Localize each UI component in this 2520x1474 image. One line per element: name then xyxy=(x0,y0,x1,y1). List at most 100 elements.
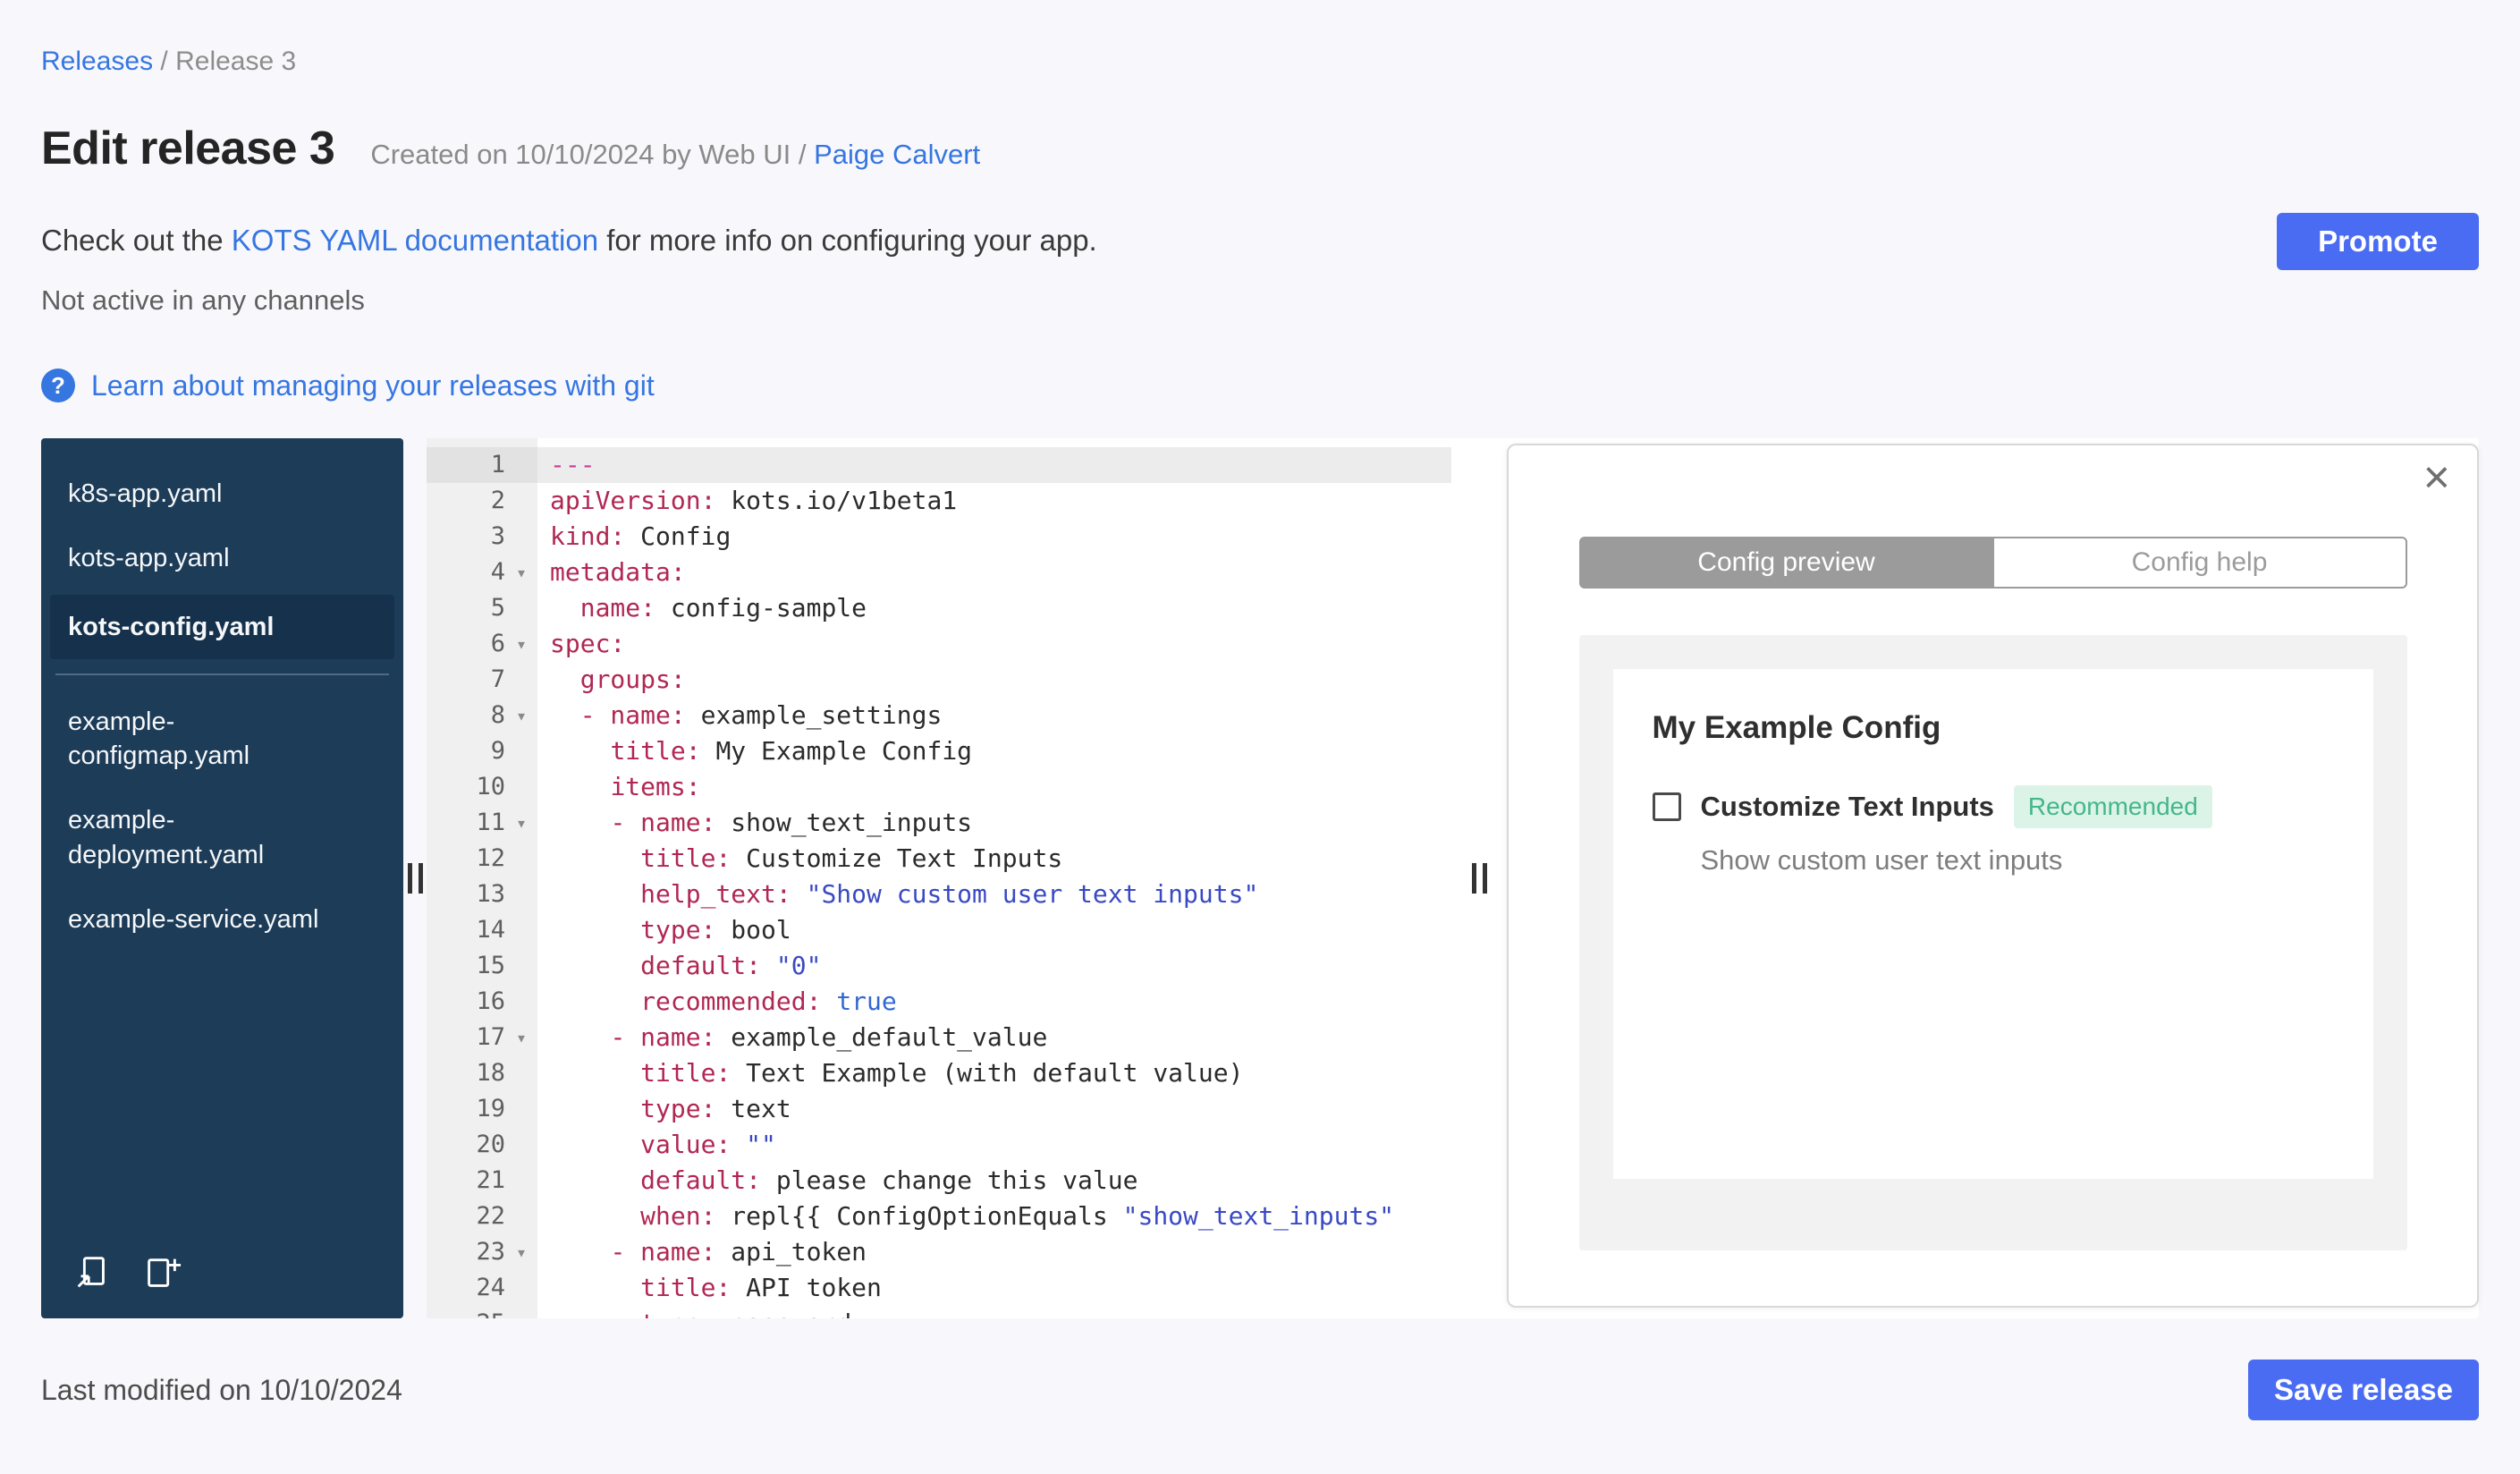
code-line[interactable]: - name: example_settings xyxy=(537,698,943,733)
code-row[interactable]: 11 ▾ - name: show_text_inputs xyxy=(427,805,1451,841)
tab-config-preview[interactable]: Config preview xyxy=(1578,537,1994,589)
code-line[interactable]: value: "" xyxy=(537,1127,776,1163)
fold-toggle-icon[interactable]: ▾ xyxy=(505,1234,537,1270)
code-row[interactable]: 7 groups: xyxy=(427,662,1451,698)
upload-file-icon[interactable] xyxy=(72,1252,113,1293)
code-line[interactable]: type: bool xyxy=(537,912,791,948)
code-line[interactable]: groups: xyxy=(537,662,686,698)
code-line[interactable]: apiVersion: kots.io/v1beta1 xyxy=(537,483,957,519)
code-row[interactable]: 10 items: xyxy=(427,769,1451,805)
code-row[interactable]: 6 ▾ spec: xyxy=(427,626,1451,662)
code-row[interactable]: 18 title: Text Example (with default val… xyxy=(427,1055,1451,1091)
file-tree-item[interactable]: kots-app.yaml xyxy=(41,526,403,590)
gutter-cell: 6 ▾ xyxy=(427,626,537,662)
config-option-row: Customize Text Inputs Recommended xyxy=(1652,785,2373,828)
code-row[interactable]: 19 type: text xyxy=(427,1091,1451,1127)
git-releases-link[interactable]: Learn about managing your releases with … xyxy=(91,369,655,402)
code-row[interactable]: 14 type: bool xyxy=(427,912,1451,948)
resize-handle-left[interactable] xyxy=(407,863,423,894)
author-link[interactable]: Paige Calvert xyxy=(814,139,980,170)
code-row[interactable]: 2 apiVersion: kots.io/v1beta1 xyxy=(427,483,1451,519)
code-row[interactable]: 8 ▾ - name: example_settings xyxy=(427,698,1451,733)
fold-toggle-icon[interactable]: ▾ xyxy=(505,626,537,662)
code-line[interactable]: kind: Config xyxy=(537,519,731,555)
code-line[interactable]: default: "0" xyxy=(537,948,821,984)
config-option-help: Show custom user text inputs xyxy=(1700,844,2063,876)
code-row[interactable]: 22 when: repl{{ ConfigOptionEquals "show… xyxy=(427,1199,1451,1234)
file-tree-item[interactable]: example-configmap.yaml xyxy=(41,690,403,789)
created-line: Created on 10/10/2024 by Web UI / Paige … xyxy=(370,139,980,171)
code-row[interactable]: 23 ▾ - name: api_token xyxy=(427,1234,1451,1270)
gutter-cell: 11 ▾ xyxy=(427,805,537,841)
gutter-cell: 13 xyxy=(427,877,537,912)
code-row[interactable]: 5 name: config-sample xyxy=(427,590,1451,626)
gutter-cell: 19 xyxy=(427,1091,537,1127)
fold-toggle-icon[interactable]: ▾ xyxy=(505,698,537,733)
fold-toggle-icon xyxy=(505,948,537,984)
gutter-cell: 18 xyxy=(427,1055,537,1091)
new-file-icon[interactable] xyxy=(141,1252,182,1293)
code-line[interactable]: metadata: xyxy=(537,555,686,590)
tab-config-help[interactable]: Config help xyxy=(1993,537,2407,589)
config-preview-panel: × Config preview Config help My Example … xyxy=(1507,444,2479,1308)
code-line[interactable]: recommended: true xyxy=(537,984,897,1020)
code-line[interactable]: - name: api_token xyxy=(537,1234,867,1270)
file-tree-item[interactable]: example-deployment.yaml xyxy=(41,788,403,887)
code-row[interactable]: 4 ▾ metadata: xyxy=(427,555,1451,590)
fold-toggle-icon[interactable]: ▾ xyxy=(505,555,537,590)
code-line[interactable]: title: Text Example (with default value) xyxy=(537,1055,1243,1091)
code-row[interactable]: 9 title: My Example Config xyxy=(427,733,1451,769)
git-row: ? Learn about managing your releases wit… xyxy=(41,368,2479,402)
code-line[interactable]: spec: xyxy=(537,626,625,662)
code-row[interactable]: 17 ▾ - name: example_default_value xyxy=(427,1020,1451,1055)
fold-toggle-icon xyxy=(505,1127,537,1163)
save-release-button[interactable]: Save release xyxy=(2248,1360,2479,1420)
code-line[interactable]: --- xyxy=(537,447,596,483)
line-number: 15 xyxy=(476,952,505,979)
code-row[interactable]: 25 type: password xyxy=(427,1306,1451,1318)
customize-text-inputs-checkbox[interactable] xyxy=(1652,792,1681,821)
resize-handle-right[interactable] xyxy=(1471,863,1487,894)
title-row: Edit release 3 Created on 10/10/2024 by … xyxy=(41,122,2479,175)
promote-button[interactable]: Promote xyxy=(2277,213,2479,270)
code-row[interactable]: 13 help_text: "Show custom user text inp… xyxy=(427,877,1451,912)
gutter-cell: 5 xyxy=(427,590,537,626)
code-line[interactable]: name: config-sample xyxy=(537,590,867,626)
file-name: kots-app.yaml xyxy=(68,544,230,573)
code-line[interactable]: title: My Example Config xyxy=(537,733,972,769)
code-line[interactable]: type: text xyxy=(537,1091,791,1127)
yaml-editor[interactable]: 1 --- 2 apiVersion: kots.io/v1beta1 3 kind: C… xyxy=(427,438,1451,1318)
code-line[interactable]: - name: example_default_value xyxy=(537,1020,1047,1055)
file-tree-item[interactable]: k8s-app.yaml xyxy=(41,462,403,526)
line-number: 24 xyxy=(476,1274,505,1301)
code-row[interactable]: 15 default: "0" xyxy=(427,948,1451,984)
code-row[interactable]: 16 recommended: true xyxy=(427,984,1451,1020)
breadcrumb-releases-link[interactable]: Releases xyxy=(41,47,153,76)
code-row[interactable]: 21 default: please change this value xyxy=(427,1163,1451,1199)
code-line[interactable]: default: please change this value xyxy=(537,1163,1137,1199)
fold-toggle-icon[interactable]: ▾ xyxy=(505,1020,537,1055)
line-number: 10 xyxy=(476,773,505,801)
code-row[interactable]: 12 title: Customize Text Inputs xyxy=(427,841,1451,877)
file-tree-item[interactable]: kots-config.yaml xyxy=(50,594,394,659)
code-line[interactable]: title: API token xyxy=(537,1270,882,1306)
code-line[interactable]: type: password xyxy=(537,1306,851,1318)
code-row[interactable]: 3 kind: Config xyxy=(427,519,1451,555)
file-tree-item[interactable]: example-service.yaml xyxy=(41,887,403,952)
kots-yaml-docs-link[interactable]: KOTS YAML documentation xyxy=(232,224,598,257)
fold-toggle-icon[interactable]: ▾ xyxy=(505,805,537,841)
gutter-cell: 14 xyxy=(427,912,537,948)
code-line[interactable]: items: xyxy=(537,769,700,805)
page: Releases / Release 3 Edit release 3 Crea… xyxy=(0,0,2520,1474)
code-line[interactable]: title: Customize Text Inputs xyxy=(537,841,1062,877)
last-modified-text: Last modified on 10/10/2024 xyxy=(41,1373,402,1406)
code-line[interactable]: help_text: "Show custom user text inputs… xyxy=(537,877,1258,912)
gutter-cell: 23 ▾ xyxy=(427,1234,537,1270)
line-number: 13 xyxy=(476,880,505,908)
code-row[interactable]: 24 title: API token xyxy=(427,1270,1451,1306)
code-row[interactable]: 1 --- xyxy=(427,447,1451,483)
code-line[interactable]: - name: show_text_inputs xyxy=(537,805,972,841)
code-line[interactable]: when: repl{{ ConfigOptionEquals "show_te… xyxy=(537,1199,1394,1234)
code-row[interactable]: 20 value: "" xyxy=(427,1127,1451,1163)
close-icon[interactable]: × xyxy=(2423,454,2450,501)
